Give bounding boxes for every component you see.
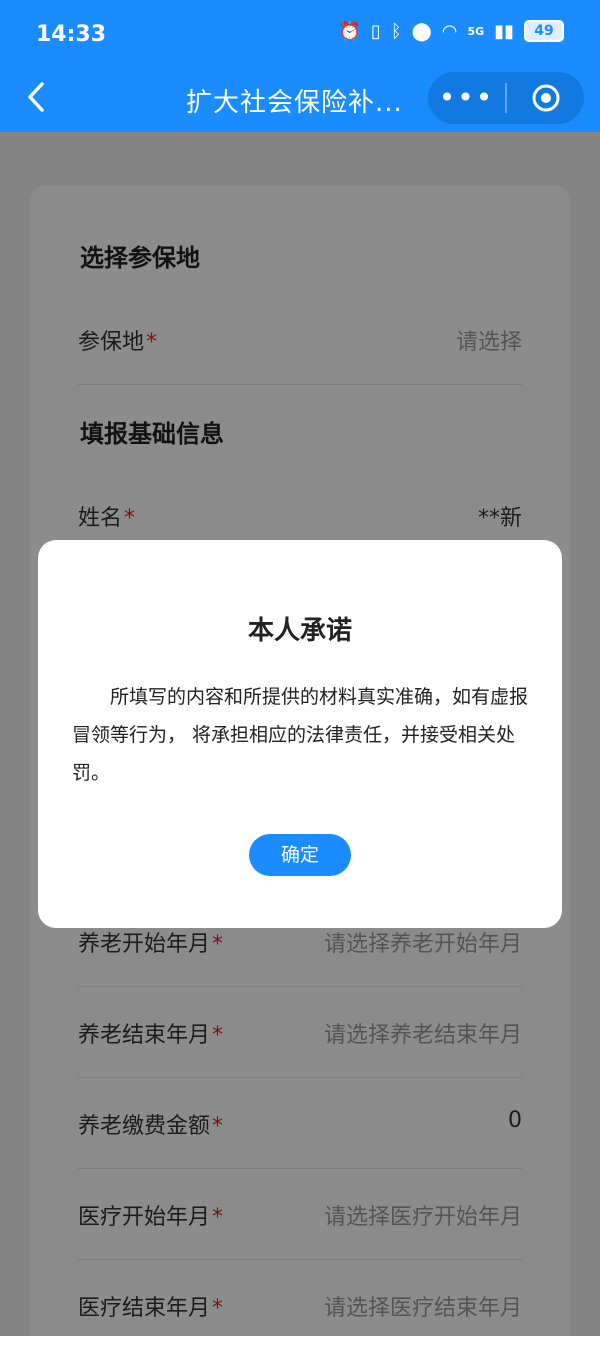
promise-dialog: 本人承诺 所填写的内容和所提供的材料真实准确，如有虚报冒领等行为， 将承担相应的… bbox=[38, 540, 562, 928]
navbar: 扩大社会保险补... ••• bbox=[0, 66, 600, 132]
back-arrow-icon[interactable] bbox=[22, 80, 52, 114]
signal-icon: ▮▮ bbox=[494, 20, 514, 42]
page-title: 扩大社会保险补... bbox=[186, 88, 403, 118]
location-icon: ⬤ bbox=[411, 20, 432, 42]
status-bar: 14:33 ⏰ ▯ ᛒ ⬤ ◠ 5G ▮▮ 49 bbox=[0, 0, 600, 70]
alarm-icon: ⏰ bbox=[338, 20, 361, 42]
app-header: 14:33 ⏰ ▯ ᛒ ⬤ ◠ 5G ▮▮ 49 扩大社会保险补... ••• bbox=[0, 0, 600, 132]
dialog-title: 本人承诺 bbox=[247, 616, 352, 646]
vibrate-icon: ▯ bbox=[370, 20, 381, 42]
confirm-button[interactable]: 确定 bbox=[249, 834, 351, 876]
network-type: 5G bbox=[467, 24, 485, 38]
battery-icon: 49 bbox=[524, 20, 564, 42]
status-time: 14:33 bbox=[36, 22, 107, 47]
wifi-icon: ◠ bbox=[441, 20, 458, 42]
dialog-body: 所填写的内容和所提供的材料真实准确，如有虚报冒领等行为， 将承担相应的法律责任，… bbox=[72, 686, 529, 784]
target-icon bbox=[532, 84, 559, 112]
more-menu-button[interactable]: ••• bbox=[428, 72, 505, 124]
close-mini-program-button[interactable] bbox=[507, 83, 584, 113]
bluetooth-icon: ᛒ bbox=[390, 20, 402, 42]
status-icons: ⏰ ▯ ᛒ ⬤ ◠ 5G ▮▮ 49 bbox=[338, 20, 564, 42]
mini-program-capsule: ••• bbox=[428, 72, 584, 124]
